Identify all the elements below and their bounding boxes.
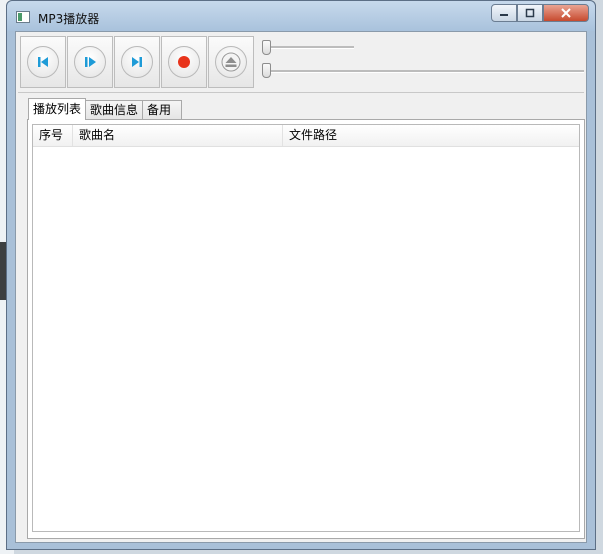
playlist-table[interactable]: 序号 歌曲名 文件路径 <box>32 124 580 532</box>
column-header-file-path[interactable]: 文件路径 <box>283 125 579 146</box>
eject-button[interactable] <box>208 36 254 88</box>
play-icon <box>85 57 96 67</box>
toolbar <box>18 36 584 93</box>
table-header: 序号 歌曲名 文件路径 <box>33 125 579 147</box>
next-button[interactable] <box>114 36 160 88</box>
maximize-icon <box>525 8 535 18</box>
playlist-panel: 序号 歌曲名 文件路径 <box>27 119 585 539</box>
progress-slider-track <box>262 70 584 73</box>
window-title: MP3播放器 <box>38 12 100 26</box>
skip-previous-icon <box>38 57 48 67</box>
minimize-icon <box>500 14 508 16</box>
tab-bar: 播放列表 歌曲信息 备用 <box>28 98 183 120</box>
tab-playlist[interactable]: 播放列表 <box>28 98 87 120</box>
tab-spare[interactable]: 备用 <box>142 100 183 120</box>
eject-icon <box>221 52 241 72</box>
app-window: MP3播放器 播放列表 歌曲信息 备用 序号 歌曲名 文件路径 <box>6 0 596 550</box>
maximize-button[interactable] <box>517 4 543 22</box>
close-icon <box>561 8 571 18</box>
skip-next-icon <box>132 57 142 67</box>
client-area: 播放列表 歌曲信息 备用 序号 歌曲名 文件路径 <box>15 31 587 543</box>
minimize-button[interactable] <box>491 4 517 22</box>
progress-slider-thumb[interactable] <box>262 63 271 78</box>
volume-slider-thumb[interactable] <box>262 40 271 55</box>
stop-button[interactable] <box>161 36 207 88</box>
volume-slider-track <box>262 46 354 49</box>
record-stop-icon <box>178 56 190 68</box>
close-button[interactable] <box>543 4 589 22</box>
column-header-song-name[interactable]: 歌曲名 <box>73 125 283 146</box>
previous-button[interactable] <box>20 36 66 88</box>
play-button[interactable] <box>67 36 113 88</box>
window-controls <box>491 4 589 22</box>
column-header-index[interactable]: 序号 <box>33 125 73 146</box>
tab-song-info[interactable]: 歌曲信息 <box>85 100 144 120</box>
title-bar[interactable]: MP3播放器 <box>7 1 595 31</box>
app-icon <box>16 11 30 23</box>
